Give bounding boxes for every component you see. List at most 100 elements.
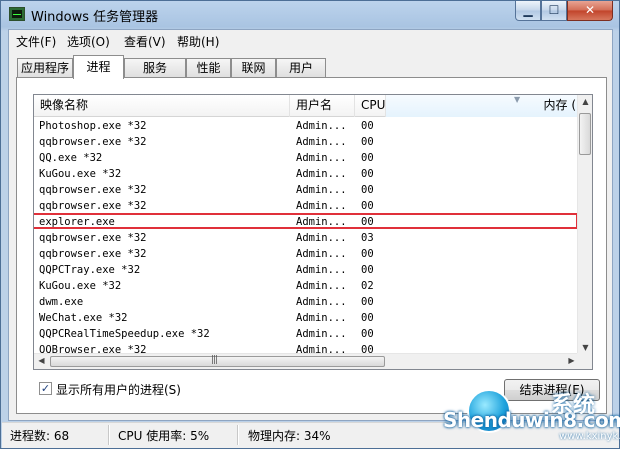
client-area: 文件(F) 选项(O) 查看(V) 帮助(H) 应用程序 进程 服务 性能 联网… <box>8 29 613 421</box>
process-user: Admin... <box>296 328 347 340</box>
process-name: qqbrowser.exe *32 <box>39 184 147 196</box>
process-user: Admin... <box>296 136 347 148</box>
table-row[interactable]: WeChat.exe *32 Admin... 00 <box>34 310 579 326</box>
status-divider <box>237 425 239 445</box>
tab-users[interactable]: 用户 <box>276 58 326 78</box>
table-row[interactable]: KuGou.exe *32 Admin... 02 <box>34 278 579 294</box>
task-manager-icon <box>9 7 25 21</box>
process-user: Admin... <box>296 248 347 260</box>
table-row[interactable]: QQPCTray.exe *32 Admin... 00 <box>34 262 579 278</box>
process-cpu: 00 <box>361 120 374 132</box>
tab-services[interactable]: 服务 <box>124 58 186 78</box>
table-row[interactable]: qqbrowser.exe *32 Admin... 00 <box>34 246 579 262</box>
end-process-button[interactable]: 结束进程(E) <box>504 379 600 401</box>
process-name: explorer.exe <box>39 216 115 228</box>
table-row[interactable]: QQPCRealTimeSpeedup.exe *32 Admin... 00 <box>34 326 579 342</box>
title-bar[interactable]: Windows 任务管理器 ▁ ☐ ✕ <box>1 1 619 28</box>
process-user: Admin... <box>296 200 347 212</box>
process-cpu: 00 <box>361 296 374 308</box>
process-cpu: 00 <box>361 328 374 340</box>
menu-view[interactable]: 查看(V) <box>121 33 169 50</box>
maximize-button[interactable]: ☐ <box>541 1 567 21</box>
column-image-name[interactable]: 映像名称 <box>34 95 290 117</box>
process-name: qqbrowser.exe *32 <box>39 232 147 244</box>
process-name: qqbrowser.exe *32 <box>39 136 147 148</box>
task-manager-window: Windows 任务管理器 ▁ ☐ ✕ 文件(F) 选项(O) 查看(V) 帮助… <box>0 0 620 449</box>
process-user: Admin... <box>296 152 347 164</box>
process-cpu: 00 <box>361 168 374 180</box>
process-cpu: 00 <box>361 264 374 276</box>
status-bar: 进程数: 68 CPU 使用率: 5% 物理内存: 34% <box>2 422 619 448</box>
process-name: WeChat.exe *32 <box>39 312 128 324</box>
vertical-scrollbar[interactable]: ▲ ▼ <box>577 95 592 354</box>
process-cpu: 03 <box>361 232 374 244</box>
tab-performance[interactable]: 性能 <box>186 58 231 78</box>
table-row[interactable]: qqbrowser.exe *32 Admin... 00 <box>34 198 579 214</box>
minimize-button[interactable]: ▁ <box>515 1 541 21</box>
show-all-users-checkbox[interactable]: ✓ <box>39 382 52 395</box>
close-button[interactable]: ✕ <box>567 1 613 21</box>
process-name: qqbrowser.exe *32 <box>39 248 147 260</box>
vertical-scroll-thumb[interactable] <box>579 113 591 155</box>
process-user: Admin... <box>296 296 347 308</box>
table-row[interactable]: qqbrowser.exe *32 Admin... 03 <box>34 230 579 246</box>
process-cpu: 00 <box>361 200 374 212</box>
scroll-down-arrow-icon[interactable]: ▼ <box>578 343 592 352</box>
tab-networking[interactable]: 联网 <box>231 58 276 78</box>
menu-help[interactable]: 帮助(H) <box>174 33 222 50</box>
process-cpu: 00 <box>361 312 374 324</box>
table-row[interactable]: explorer.exe Admin... 00 <box>34 214 579 230</box>
tab-processes[interactable]: 进程 <box>73 55 124 79</box>
process-name: Photoshop.exe *32 <box>39 120 147 132</box>
process-cpu: 00 <box>361 184 374 196</box>
window-title: Windows 任务管理器 <box>31 10 159 25</box>
process-name: QQPCTray.exe *32 <box>39 264 141 276</box>
process-name: QQ.exe *32 <box>39 152 103 164</box>
process-name: KuGou.exe *32 <box>39 280 122 292</box>
menu-bar: 文件(F) 选项(O) 查看(V) 帮助(H) <box>9 30 612 50</box>
table-row[interactable]: qqbrowser.exe *32 Admin... 00 <box>34 182 579 198</box>
show-all-users-label: 显示所有用户的进程(S) <box>56 383 181 397</box>
table-row[interactable]: QQ.exe *32 Admin... 00 <box>34 150 579 166</box>
process-cpu: 02 <box>361 280 374 292</box>
status-process-count: 进程数: 68 <box>10 429 70 443</box>
table-row[interactable]: KuGou.exe *32 Admin... 00 <box>34 166 579 182</box>
sort-descending-icon: ▼ <box>514 95 521 104</box>
process-name: QQPCRealTimeSpeedup.exe *32 <box>39 328 210 340</box>
process-name: qqbrowser.exe *32 <box>39 200 147 212</box>
process-name: KuGou.exe *32 <box>39 168 122 180</box>
process-name: dwm.exe <box>39 296 84 308</box>
table-row[interactable]: Photoshop.exe *32 Admin... 00 <box>34 118 579 134</box>
menu-file[interactable]: 文件(F) <box>13 33 59 50</box>
column-user-name[interactable]: 用户名 <box>290 95 355 117</box>
process-cpu: 00 <box>361 136 374 148</box>
process-cpu: 00 <box>361 216 374 228</box>
horizontal-scroll-thumb[interactable]: ||| <box>50 355 385 367</box>
tab-applications[interactable]: 应用程序 <box>17 58 73 78</box>
table-row[interactable]: qqbrowser.exe *32 Admin... 00 <box>34 134 579 150</box>
process-user: Admin... <box>296 312 347 324</box>
status-memory-usage: 物理内存: 34% <box>248 429 331 443</box>
processes-panel: 映像名称 用户名 CPU 内存 ( ▼ Photoshop.exe *32 Adm… <box>16 77 607 414</box>
column-cpu[interactable]: CPU <box>355 95 386 117</box>
process-user: Admin... <box>296 280 347 292</box>
scroll-up-arrow-icon[interactable]: ▲ <box>578 97 592 106</box>
process-list[interactable]: 映像名称 用户名 CPU 内存 ( ▼ Photoshop.exe *32 Adm… <box>33 94 593 370</box>
table-row[interactable]: dwm.exe Admin... 00 <box>34 294 579 310</box>
process-user: Admin... <box>296 232 347 244</box>
process-user: Admin... <box>296 168 347 180</box>
process-user: Admin... <box>296 264 347 276</box>
horizontal-scrollbar[interactable]: ◀ ||| ▶ <box>34 353 579 369</box>
process-user: Admin... <box>296 120 347 132</box>
scroll-corner <box>577 353 592 369</box>
scroll-left-arrow-icon[interactable]: ◀ <box>34 356 49 365</box>
list-header: 映像名称 用户名 CPU 内存 ( ▼ <box>34 95 579 117</box>
process-cpu: 00 <box>361 152 374 164</box>
column-memory[interactable]: 内存 ( <box>386 95 579 117</box>
process-cpu: 00 <box>361 248 374 260</box>
status-cpu-usage: CPU 使用率: 5% <box>118 429 210 443</box>
menu-options[interactable]: 选项(O) <box>64 33 113 50</box>
process-user: Admin... <box>296 184 347 196</box>
status-divider <box>108 425 110 445</box>
process-user: Admin... <box>296 216 347 228</box>
